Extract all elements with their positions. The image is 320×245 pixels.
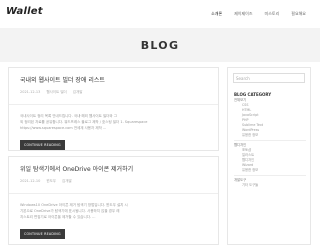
post-card-2: 위일 탐색기에서 OneDrive 아이콘 제거하기 2021-12-10 윈도… — [8, 156, 219, 245]
category-separator — [234, 140, 306, 141]
continue-reading-button[interactable]: CONTINUE READING — [20, 140, 65, 150]
category-item[interactable]: 유용한 정보 — [234, 168, 306, 173]
nav-item-1[interactable]: 소개론 — [205, 0, 228, 28]
post-title[interactable]: 국내외 웹사이트 빌더 장애 리스트 — [20, 77, 210, 85]
post-date: 2021-12-10 — [20, 179, 41, 183]
category-heading: BLOG CATEGORY — [234, 92, 272, 97]
search-box — [233, 73, 305, 83]
post-meta: 2021-12-10 윈도우 김개발 — [20, 179, 210, 184]
post-date: 2021-12-13 — [20, 90, 41, 94]
page-hero: BLOG — [0, 28, 320, 62]
excerpt-line: 지스트리 편집기로 아이콘을 제거할 수 있습니다. ... — [20, 215, 96, 219]
excerpt-line: https://www.squarespace.com 전세계 사용자 제작 .… — [20, 126, 107, 130]
post-category[interactable]: 웹사이트 빌더 — [46, 90, 66, 95]
main-nav: 소개론 제이제이즈 미스토리 필요해요 — [205, 0, 312, 28]
post-meta: 2021-12-13 웹사이트 빌더 김개발 — [20, 90, 210, 95]
sidebar: BLOG CATEGORY 전체보기 CSS HTML JavaScript P… — [227, 67, 311, 245]
post-excerpt: 국내사이트 정리 목록 안내드립니다. 국내·해외 웹사이트 빌더와 그 외 정… — [20, 113, 210, 131]
post-divider — [9, 193, 218, 194]
nav-item-2[interactable]: 제이제이즈 — [228, 0, 258, 28]
category-separator — [234, 175, 306, 176]
category-item[interactable]: 유용한 정보 — [234, 133, 306, 138]
page-title: BLOG — [140, 38, 180, 52]
post-author: 김개발 — [72, 90, 83, 94]
post-divider — [9, 104, 218, 105]
category-list: 전체보기 CSS HTML JavaScript PHP Sublime Tex… — [234, 98, 306, 188]
post-category[interactable]: 윈도우 — [46, 179, 56, 184]
category-item[interactable]: 기타 도구들 — [234, 183, 306, 188]
nav-item-4[interactable]: 필요해요 — [285, 0, 312, 28]
continue-reading-button[interactable]: CONTINUE READING — [20, 229, 65, 239]
post-card-1: 국내외 웹사이트 빌더 장애 리스트 2021-12-13 웹사이트 빌더 김개… — [8, 67, 219, 151]
search-input[interactable] — [236, 75, 302, 81]
post-author: 김개발 — [62, 179, 72, 183]
site-logo[interactable]: Wallet — [6, 6, 43, 17]
post-excerpt: Windows10 OneDrive 아이콘 제거 탐색기 방법입니다. 윈도우… — [20, 202, 210, 220]
post-title[interactable]: 위일 탐색기에서 OneDrive 아이콘 제거하기 — [20, 166, 210, 174]
top-bar: Wallet 소개론 제이제이즈 미스토리 필요해요 — [0, 0, 320, 28]
nav-item-3[interactable]: 미스토리 — [259, 0, 286, 28]
